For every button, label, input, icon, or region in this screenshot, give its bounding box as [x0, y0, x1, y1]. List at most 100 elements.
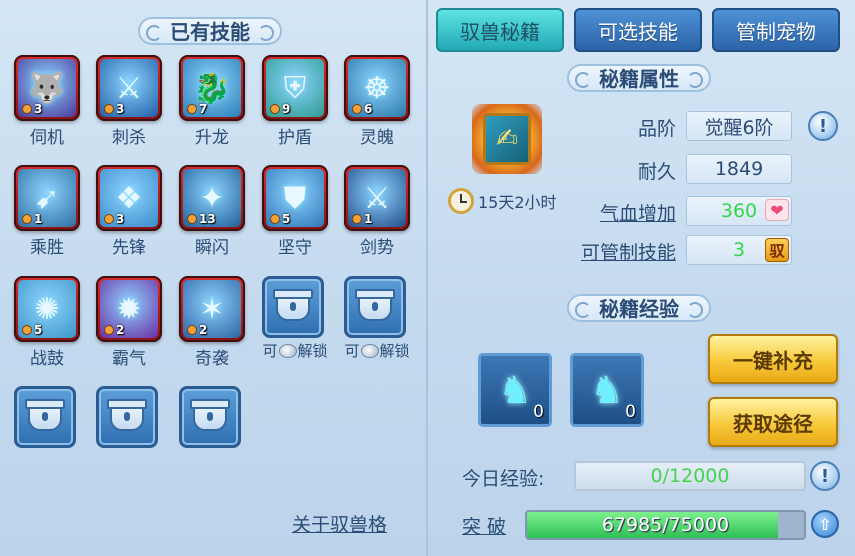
skill-level-badge: 2	[104, 323, 124, 337]
unlock-hint: 可 解锁	[262, 342, 328, 360]
skill-slot-charge[interactable]: ➹ 1 乘胜	[14, 165, 80, 258]
expiry-timer: 15天2小时	[448, 188, 557, 214]
today-exp-bar: 0/12000	[574, 461, 806, 491]
locked-skill-slot[interactable]	[179, 386, 245, 448]
skill-frame: ☸ 6	[344, 55, 410, 121]
paw-icon	[22, 104, 32, 114]
skill-slot-assassin[interactable]: ⚔ 3 刺杀	[96, 55, 162, 148]
breakthrough-bar: 67985/75000	[525, 510, 806, 540]
durability-value: 1849	[686, 154, 792, 184]
skill-level-badge: 13	[187, 212, 216, 226]
lock-icon	[344, 276, 406, 338]
skill-frame: ⚔ 3	[96, 55, 162, 121]
skill-level-badge: 3	[22, 102, 42, 116]
locked-skill-slot[interactable]	[96, 386, 162, 448]
breakthrough-label[interactable]: 突 破	[462, 512, 506, 539]
heart-icon: ❤	[765, 199, 789, 221]
paw-icon	[352, 104, 362, 114]
manual-book-icon[interactable]: ✍	[472, 104, 542, 174]
skill-frame: ❖ 3	[96, 165, 162, 231]
lock-icon	[96, 386, 158, 448]
info-button[interactable]: !	[808, 111, 838, 141]
skill-level-badge: 6	[352, 102, 372, 116]
skill-slot-aura[interactable]: ✹ 2 霸气	[96, 276, 162, 369]
item-icon	[360, 343, 379, 358]
refill-button[interactable]: 一键补充	[708, 334, 838, 384]
tab-optional-skills[interactable]: 可选技能	[574, 8, 702, 52]
skill-label: 奇袭	[195, 349, 229, 369]
lock-icon	[14, 386, 76, 448]
skill-level-badge: 3	[104, 212, 124, 226]
skill-slot-beast[interactable]: ✦ 13 瞬闪	[179, 165, 245, 258]
skill-frame: 🐺 3	[14, 55, 80, 121]
skill-level-badge: 1	[22, 212, 42, 226]
about-beast-slot-link[interactable]: 关于驭兽格	[292, 510, 387, 537]
clock-icon	[448, 188, 474, 214]
tab-beast-manual[interactable]: 驭兽秘籍	[436, 8, 564, 52]
paw-icon	[104, 214, 114, 224]
skill-slot-drum[interactable]: ✺ 5 战鼓	[14, 276, 80, 369]
skill-frame: ⛨ 9	[262, 55, 328, 121]
skill-label: 伺机	[30, 128, 64, 148]
paw-icon	[104, 104, 114, 114]
locked-skill-slot[interactable]: 可 解锁	[262, 276, 328, 361]
owned-skills-panel: 已有技能 🐺 3 伺机 ⚔ 3 刺杀 🐉 7 升龙 ⛨ 9 护盾 ☸ 6 灵魄 ➹ 1 乘胜 ❖ 3 先锋 ✦ 13 瞬闪 ⛊ 5…	[0, 0, 428, 556]
manual-experience-title: 秘籍经验	[560, 294, 718, 322]
quality-label: 品阶	[637, 118, 676, 140]
unlock-hint: 可 解锁	[344, 342, 410, 360]
controllable-skills-label[interactable]: 可管制技能	[562, 238, 676, 265]
paw-icon	[270, 104, 280, 114]
skill-slot-guard[interactable]: ⛊ 5 坚守	[262, 165, 328, 258]
skill-level-badge: 5	[270, 212, 290, 226]
paw-icon	[270, 214, 280, 224]
paw-icon	[352, 214, 362, 224]
control-badge-icon: 驭	[765, 238, 789, 262]
skill-label: 护盾	[278, 128, 312, 148]
skill-slot-raid[interactable]: ✶ 2 奇袭	[179, 276, 245, 369]
skill-slot-dragon[interactable]: 🐉 7 升龙	[179, 55, 245, 148]
horse-spirit-icon: ♞	[589, 368, 625, 412]
info-button[interactable]: !	[810, 461, 840, 491]
skill-slot-spirit[interactable]: ☸ 6 灵魄	[344, 55, 410, 148]
paw-icon	[22, 214, 32, 224]
skill-slot-wolf[interactable]: 🐺 3 伺机	[14, 55, 80, 148]
skill-level-badge: 2	[187, 323, 207, 337]
today-exp-label: 今日经验:	[462, 468, 545, 490]
hp-bonus-label[interactable]: 气血增加	[580, 199, 676, 226]
manual-attributes-title: 秘籍属性	[560, 64, 718, 92]
locked-skill-slot[interactable]	[14, 386, 80, 448]
horse-spirit-icon: ♞	[497, 368, 533, 412]
lock-icon	[179, 386, 241, 448]
skill-frame: 🐉 7	[179, 55, 245, 121]
exp-item-slot-1[interactable]: ♞ 0	[478, 353, 552, 427]
quality-value: 觉醒6阶	[686, 111, 792, 141]
paw-icon	[187, 214, 197, 224]
paw-icon	[187, 325, 197, 335]
paw-icon	[187, 104, 197, 114]
skill-frame: ✺ 5	[14, 276, 80, 342]
breakthrough-up-button[interactable]: ⇧	[811, 510, 839, 538]
durability-label: 耐久	[637, 161, 676, 183]
skill-label: 瞬闪	[195, 238, 229, 258]
skill-label: 乘胜	[30, 238, 64, 258]
obtain-source-button[interactable]: 获取途径	[708, 397, 838, 447]
skill-level-badge: 3	[104, 102, 124, 116]
skill-label: 战鼓	[30, 349, 64, 369]
skill-label: 霸气	[112, 349, 146, 369]
locked-skill-slot[interactable]: 可 解锁	[344, 276, 410, 361]
skill-level-badge: 7	[187, 102, 207, 116]
exp-item-slot-2[interactable]: ♞ 0	[570, 353, 644, 427]
skill-frame: ➹ 1	[14, 165, 80, 231]
skill-frame: ✶ 2	[179, 276, 245, 342]
paw-icon	[104, 325, 114, 335]
book-cover: ✍	[483, 113, 531, 165]
skill-slot-crystal[interactable]: ❖ 3 先锋	[96, 165, 162, 258]
lock-icon	[262, 276, 324, 338]
item-count: 0	[533, 402, 544, 422]
skill-slot-shield[interactable]: ⛨ 9 护盾	[262, 55, 328, 148]
skill-slot-sword[interactable]: ⚔ 1 剑势	[344, 165, 410, 258]
skill-label: 刺杀	[112, 128, 146, 148]
skill-label: 剑势	[360, 238, 394, 258]
skill-frame: ⛊ 5	[262, 165, 328, 231]
tab-controlled-pets[interactable]: 管制宠物	[712, 8, 840, 52]
